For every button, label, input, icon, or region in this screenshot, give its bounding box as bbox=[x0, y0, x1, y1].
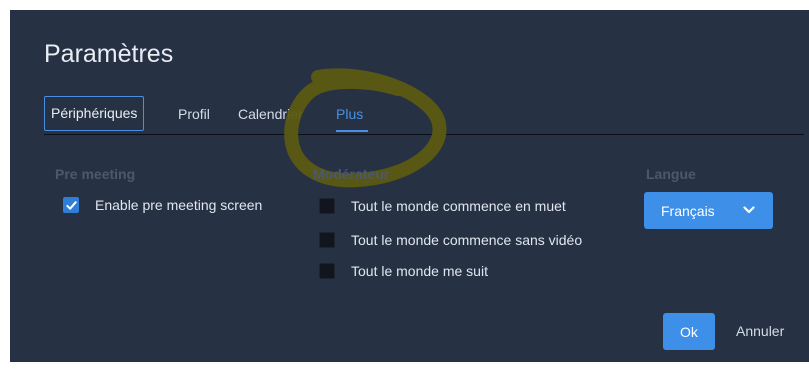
option-everyone-muted[interactable]: Tout le monde commence en muet bbox=[319, 198, 566, 214]
option-everyone-no-video[interactable]: Tout le monde commence sans vidéo bbox=[319, 232, 582, 248]
section-label-moderator: Modérateur bbox=[313, 166, 390, 182]
option-everyone-follows-me[interactable]: Tout le monde me suit bbox=[319, 263, 488, 279]
ok-button[interactable]: Ok bbox=[663, 313, 715, 350]
tab-selected-underline bbox=[336, 130, 368, 132]
tab-bar: Périphériques Profil Calendrier Plus bbox=[44, 96, 804, 135]
option-enable-pre-meeting[interactable]: Enable pre meeting screen bbox=[63, 197, 262, 213]
option-label: Tout le monde me suit bbox=[351, 263, 488, 279]
language-select-value: Français bbox=[661, 202, 715, 219]
option-label: Enable pre meeting screen bbox=[95, 197, 263, 213]
chevron-down-icon bbox=[743, 206, 755, 214]
tab-profil[interactable]: Profil bbox=[178, 96, 210, 132]
tab-plus[interactable]: Plus bbox=[336, 96, 363, 132]
option-label: Tout le monde commence en muet bbox=[351, 198, 566, 214]
cancel-button[interactable]: Annuler bbox=[736, 313, 784, 350]
checkbox-everyone-follows-me[interactable] bbox=[319, 263, 335, 279]
language-select[interactable]: Français bbox=[644, 192, 773, 229]
dialog-title: Paramètres bbox=[44, 40, 174, 68]
check-icon bbox=[65, 200, 77, 210]
option-label: Tout le monde commence sans vidéo bbox=[351, 232, 583, 248]
settings-dialog: Paramètres Périphériques Profil Calendri… bbox=[10, 10, 809, 362]
checkbox-everyone-no-video[interactable] bbox=[319, 232, 335, 248]
tab-peripheriques[interactable]: Périphériques bbox=[44, 96, 145, 131]
checkbox-enable-pre-meeting[interactable] bbox=[63, 197, 79, 213]
section-label-pre-meeting: Pre meeting bbox=[55, 166, 136, 182]
section-label-language: Langue bbox=[646, 166, 696, 182]
tab-calendrier[interactable]: Calendrier bbox=[238, 96, 303, 132]
checkbox-everyone-muted[interactable] bbox=[319, 198, 335, 214]
